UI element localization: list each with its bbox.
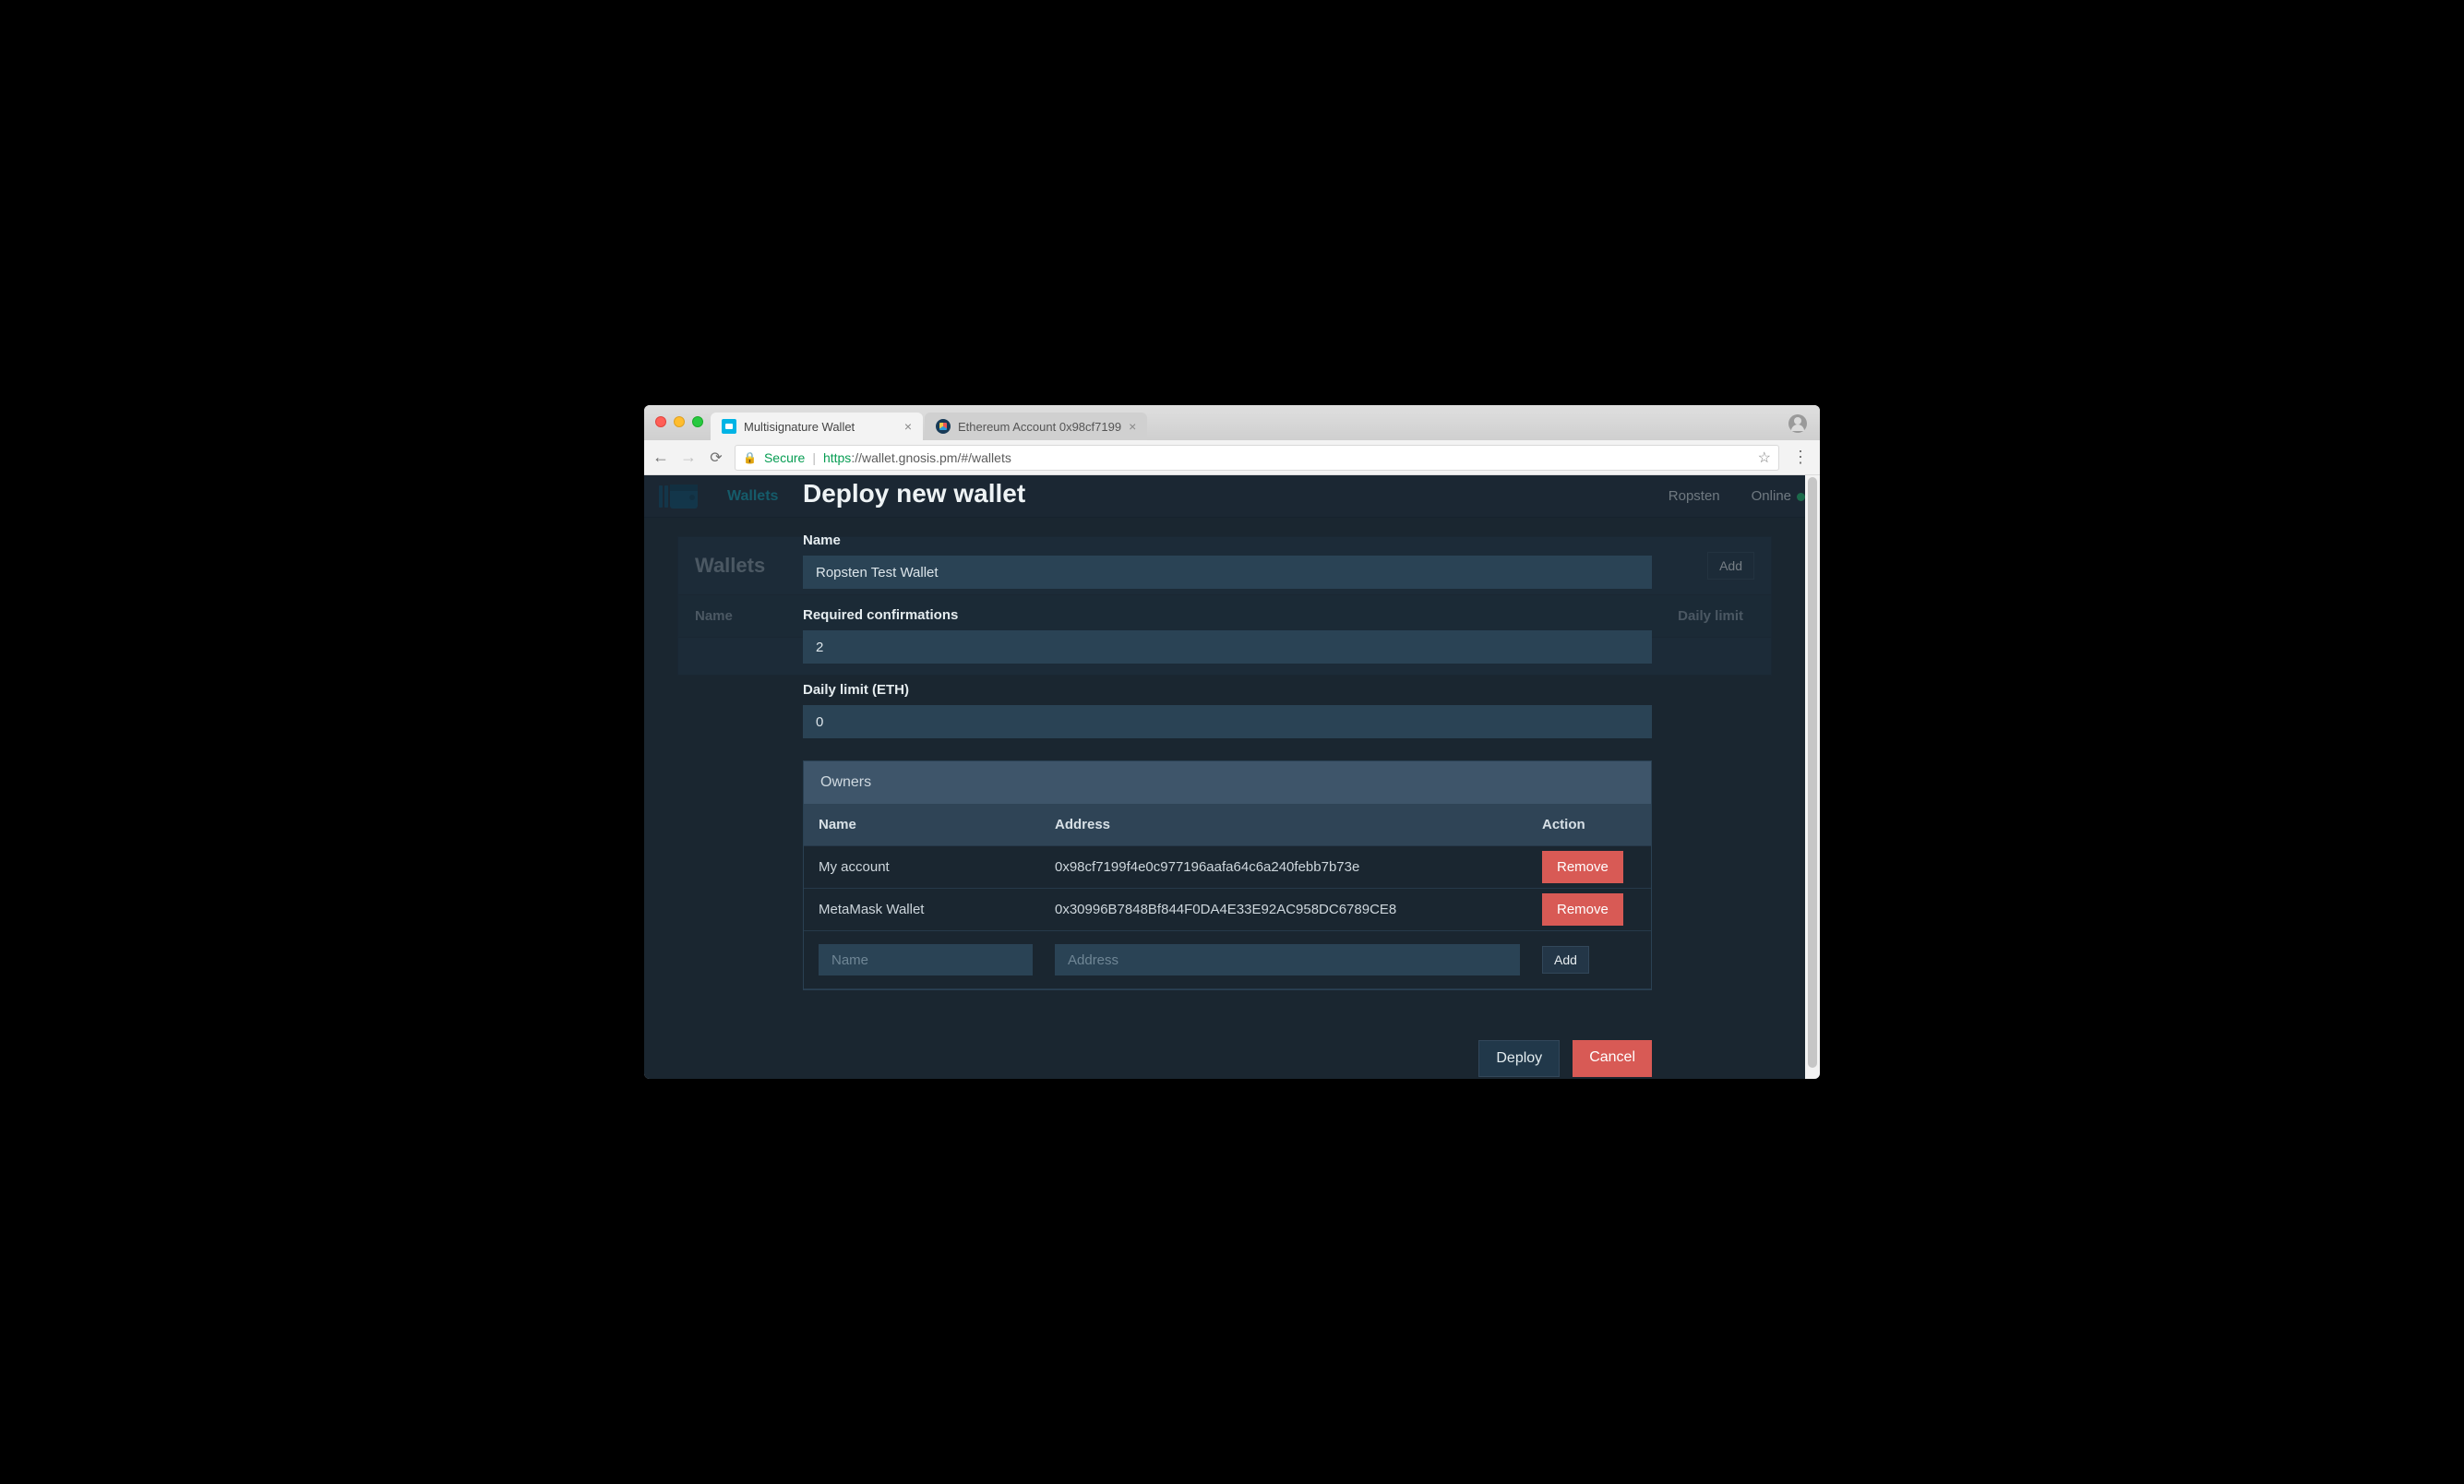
network-label: Ropsten — [1669, 488, 1720, 504]
modal-title: Deploy new wallet — [803, 479, 1652, 509]
lock-icon: 🔒 — [743, 451, 757, 464]
browser-tab-2[interactable]: Ethereum Account 0x98cf7199 × — [925, 413, 1147, 440]
name-label: Name — [803, 533, 1652, 548]
owner-new-row: Add — [804, 931, 1651, 989]
back-button[interactable]: ← — [652, 448, 670, 467]
owner-address: 0x30996B7848Bf844F0DA4E33E92AC958DC6789C… — [1044, 889, 1531, 931]
browser-tab-1[interactable]: Multisignature Wallet × — [711, 413, 923, 440]
new-owner-name-input[interactable] — [819, 944, 1033, 975]
forward-button[interactable]: → — [679, 448, 698, 467]
chrome-profile-icon[interactable] — [1788, 414, 1807, 433]
remove-owner-button[interactable]: Remove — [1542, 851, 1623, 883]
address-bar[interactable]: 🔒 Secure | https://wallet.gnosis.pm/#/wa… — [735, 445, 1779, 471]
window-close-button[interactable] — [655, 416, 666, 427]
wallet-favicon-icon — [722, 419, 736, 434]
owner-row: MetaMask Wallet 0x30996B7848Bf844F0DA4E3… — [804, 889, 1651, 931]
wallet-name-input[interactable] — [803, 556, 1652, 589]
tab-close-icon[interactable]: × — [1129, 420, 1136, 433]
confirmations-label: Required confirmations — [803, 607, 1652, 623]
secure-label: Secure — [764, 450, 805, 465]
add-wallet-button[interactable]: Add — [1707, 552, 1754, 580]
browser-tabs: Multisignature Wallet × Ethereum Account… — [711, 405, 1149, 440]
tab-title: Ethereum Account 0x98cf7199 — [958, 420, 1121, 434]
browser-window: Multisignature Wallet × Ethereum Account… — [644, 405, 1820, 1079]
remove-owner-button[interactable]: Remove — [1542, 893, 1623, 926]
reload-button[interactable]: ⟳ — [707, 449, 725, 467]
modal-actions: Deploy Cancel — [803, 1040, 1652, 1077]
daily-limit-input[interactable] — [803, 705, 1652, 738]
window-controls — [655, 416, 703, 427]
owners-col-name: Name — [804, 804, 1044, 846]
new-owner-address-input[interactable] — [1055, 944, 1520, 975]
url: https://wallet.gnosis.pm/#/wallets — [823, 450, 1011, 465]
owner-name: MetaMask Wallet — [804, 889, 1044, 931]
tab-title: Multisignature Wallet — [744, 420, 855, 434]
page-viewport: Wallets Ropsten Online Wallets Add Name — [644, 475, 1820, 1079]
owner-name: My account — [804, 846, 1044, 889]
owners-col-action: Action — [1531, 804, 1651, 846]
status-dot-icon — [1797, 493, 1805, 501]
owners-section: Owners Name Address Action My account 0x… — [803, 760, 1652, 990]
bookmark-star-icon[interactable]: ☆ — [1758, 449, 1771, 467]
window-minimize-button[interactable] — [674, 416, 685, 427]
vertical-scrollbar[interactable] — [1805, 475, 1820, 1079]
owners-table: Name Address Action My account 0x98cf719… — [804, 804, 1651, 989]
browser-toolbar: ← → ⟳ 🔒 Secure | https://wallet.gnosis.p… — [644, 440, 1820, 475]
status-label: Online — [1752, 488, 1805, 504]
window-zoom-button[interactable] — [692, 416, 703, 427]
owners-col-address: Address — [1044, 804, 1531, 846]
deploy-wallet-modal: Deploy new wallet Name Required confirma… — [803, 479, 1652, 1077]
deploy-button[interactable]: Deploy — [1478, 1040, 1560, 1077]
owner-row: My account 0x98cf7199f4e0c977196aafa64c6… — [804, 846, 1651, 889]
chrome-menu-icon[interactable]: ⋮ — [1788, 448, 1812, 467]
confirmations-input[interactable] — [803, 630, 1652, 664]
tab-close-icon[interactable]: × — [904, 420, 912, 433]
daily-limit-label: Daily limit (ETH) — [803, 682, 1652, 698]
cancel-button[interactable]: Cancel — [1573, 1040, 1652, 1077]
nav-wallets[interactable]: Wallets — [727, 488, 778, 505]
owners-heading: Owners — [804, 761, 1651, 804]
app-logo-icon[interactable] — [659, 482, 701, 511]
etherscan-favicon-icon — [936, 419, 951, 434]
wallets-panel-title: Wallets — [695, 554, 765, 578]
owner-address: 0x98cf7199f4e0c977196aafa64c6a240febb7b7… — [1044, 846, 1531, 889]
add-owner-button[interactable]: Add — [1542, 946, 1589, 974]
separator: | — [812, 450, 816, 465]
window-titlebar: Multisignature Wallet × Ethereum Account… — [644, 405, 1820, 440]
